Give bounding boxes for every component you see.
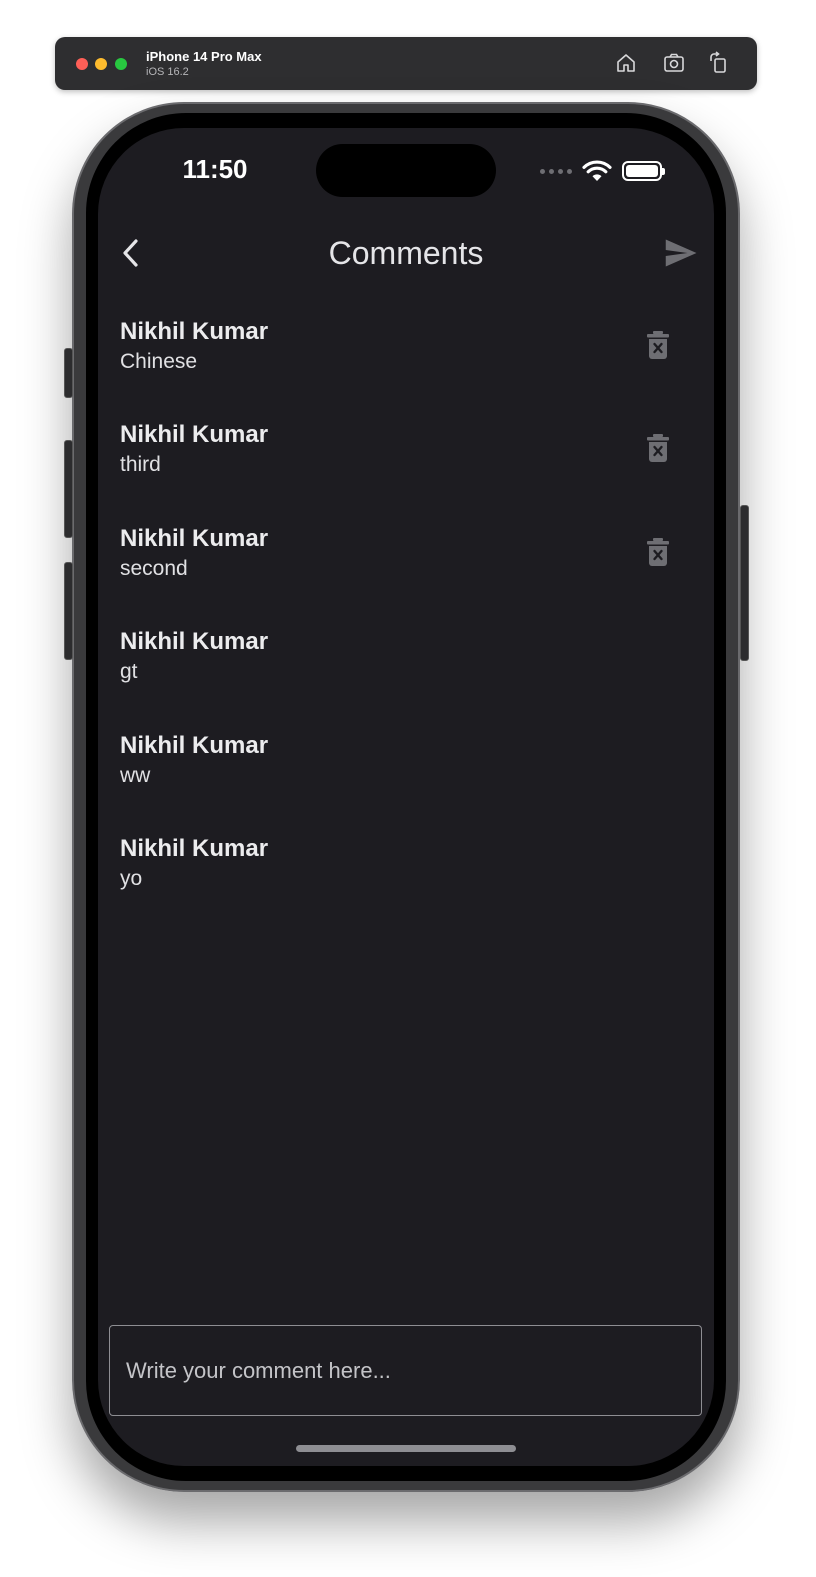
comment-text: second — [120, 556, 188, 580]
device-name: iPhone 14 Pro Max — [146, 49, 262, 64]
delete-comment-button[interactable] — [644, 330, 672, 360]
comment-author: Nikhil Kumar — [120, 421, 269, 449]
minimize-window-button[interactable] — [95, 58, 107, 70]
power-button — [740, 505, 749, 661]
page-title: Comments — [328, 235, 484, 271]
comment-input[interactable] — [109, 1325, 702, 1416]
home-indicator[interactable] — [296, 1445, 516, 1452]
volume-up-button — [64, 440, 73, 538]
status-time: 11:50 — [182, 154, 248, 184]
delete-icon — [647, 537, 669, 566]
delete-icon — [647, 434, 669, 463]
comment-author: Nikhil Kumar — [120, 834, 269, 862]
phone-screen: 11:50 Comments Nikhil Kumar Chinese Nikh… — [98, 128, 714, 1466]
comment-list-item[interactable]: Nikhil Kumar gt — [98, 618, 714, 721]
wifi-icon — [582, 160, 612, 181]
home-icon[interactable] — [614, 51, 638, 75]
send-icon — [665, 239, 697, 267]
comment-author: Nikhil Kumar — [120, 524, 269, 552]
comment-list-item[interactable]: Nikhil Kumar yo — [98, 825, 714, 928]
simulator-stage: iPhone 14 Pro Max iOS 16.2 11:50 Comment… — [0, 0, 816, 1577]
zoom-window-button[interactable] — [115, 58, 127, 70]
delete-comment-button[interactable] — [644, 537, 672, 567]
comment-text: Chinese — [120, 350, 198, 373]
comment-list-item[interactable]: Nikhil Kumar second — [98, 515, 714, 618]
comment-text: yo — [120, 866, 143, 890]
dynamic-island — [316, 144, 496, 197]
comment-text: ww — [120, 763, 151, 787]
close-window-button[interactable] — [76, 58, 88, 70]
comments-list: Nikhil Kumar Chinese Nikhil Kumar third … — [98, 308, 714, 928]
delete-comment-button[interactable] — [644, 433, 672, 463]
comment-list-item[interactable]: Nikhil Kumar third — [98, 411, 714, 514]
status-indicators — [540, 156, 665, 186]
comment-text: third — [120, 453, 161, 477]
os-version: iOS 16.2 — [146, 66, 189, 78]
rotate-icon[interactable] — [706, 51, 730, 75]
comment-list-item[interactable]: Nikhil Kumar ww — [98, 722, 714, 825]
comment-text: gt — [120, 660, 138, 684]
battery-icon — [622, 161, 665, 181]
silent-switch — [64, 348, 73, 398]
comment-list-item[interactable]: Nikhil Kumar Chinese — [98, 308, 714, 411]
comment-author: Nikhil Kumar — [120, 628, 269, 656]
volume-down-button — [64, 562, 73, 660]
send-button[interactable] — [662, 235, 698, 271]
simulator-toolbar: iPhone 14 Pro Max iOS 16.2 — [55, 37, 757, 90]
comment-author: Nikhil Kumar — [120, 731, 269, 759]
delete-icon — [647, 331, 669, 359]
app-bar: Comments — [98, 223, 714, 283]
comment-author: Nikhil Kumar — [120, 318, 269, 345]
cellular-signal-icon — [540, 168, 572, 174]
screenshot-icon[interactable] — [662, 51, 686, 75]
